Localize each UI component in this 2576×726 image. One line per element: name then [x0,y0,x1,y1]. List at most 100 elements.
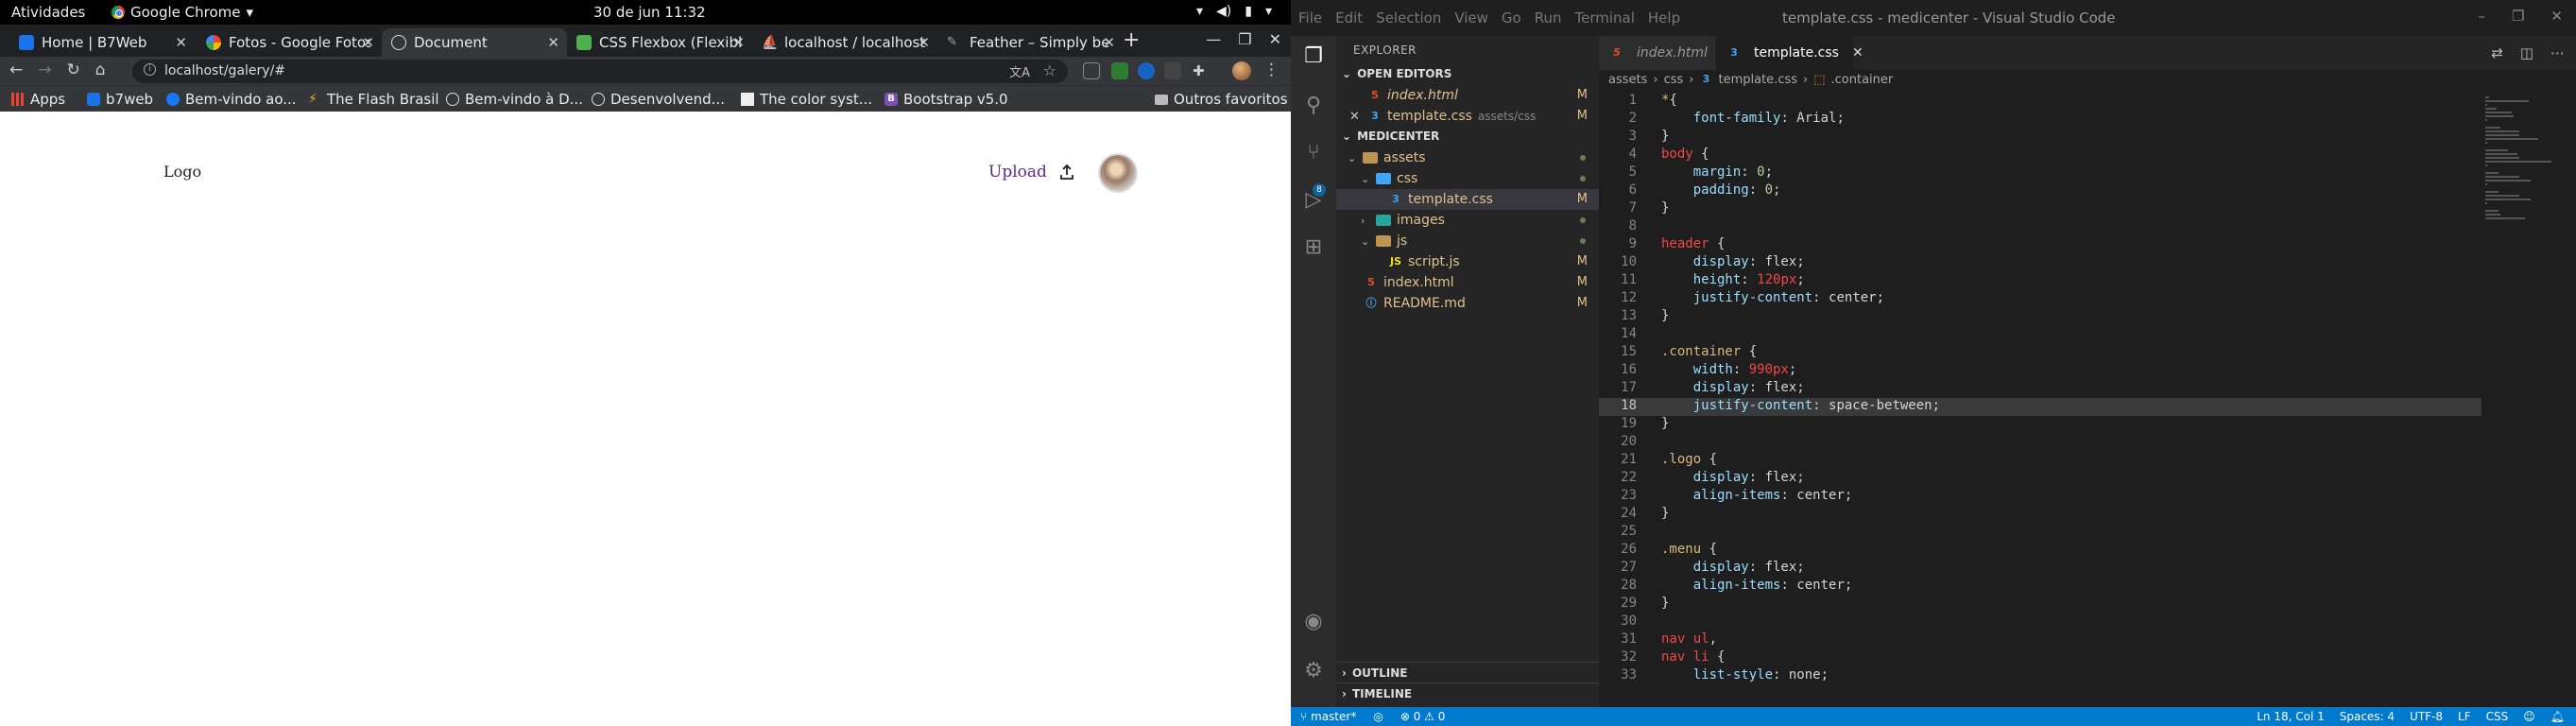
code-line[interactable]: 6 padding: 0; [1599,182,2520,200]
code-line[interactable]: 33 list-style: none; [1599,667,2520,685]
menu-file[interactable]: File [1298,9,1322,26]
code-line[interactable]: 29} [1599,596,2520,614]
code-line[interactable]: 10 display: flex; [1599,254,2520,272]
more-actions-icon[interactable]: ⋯ [2550,44,2565,61]
browser-tab[interactable]: Fotos - Google Fotos ✕ [197,28,382,57]
menu-view[interactable]: View [1454,9,1488,26]
code-line[interactable]: 26 .menu { [1599,542,2520,560]
editor-tab-active[interactable]: 3 template.css ✕ [1716,36,1863,70]
code-line[interactable]: 12 justify-content: center; [1599,290,2520,308]
code-line[interactable]: 30 [1599,614,2520,631]
code-editor[interactable]: 1 *{2 font-family: Arial; 3} 4 body {5 margi… [1599,91,2576,707]
code-line[interactable]: 1 *{ [1599,93,2520,111]
code-line[interactable]: 17 display: flex; [1599,380,2520,398]
system-tray[interactable]: ▾ ◀) ▮ ▾ [1196,4,1272,19]
close-icon[interactable]: ✕ [1103,34,1115,51]
menu-go[interactable]: Go [1502,9,1521,26]
code-line[interactable]: 2 font-family: Arial; [1599,111,2520,129]
language-mode[interactable]: CSS [2486,710,2509,723]
menu-run[interactable]: Run [1535,9,1562,26]
bell-icon[interactable]: 🔔︎ [2550,710,2565,723]
bookmark-item[interactable]: Bem-vindo ao... [166,91,297,108]
code-line[interactable]: 13} [1599,308,2520,326]
menu-help[interactable]: Help [1648,9,1680,26]
code-line[interactable]: 7} [1599,200,2520,218]
close-icon[interactable]: ✕ [1852,45,1863,60]
translate-icon[interactable]: 文A [1009,62,1030,80]
tree-file-selected[interactable]: 3 template.css M [1336,189,1599,210]
extension-icon[interactable] [1083,62,1100,79]
code-line[interactable]: 3} [1599,129,2520,147]
minimap[interactable] [2482,91,2576,707]
code-line[interactable]: 11 height: 120px; [1599,272,2520,290]
git-branch[interactable]: ⑂ master* [1300,710,1356,723]
outline-section[interactable]: › OUTLINE [1336,662,1599,683]
code-line[interactable]: 20 [1599,434,2520,452]
breadcrumb-item[interactable]: css [1664,73,1684,91]
close-icon[interactable]: ✕ [362,34,374,51]
timeline-section[interactable]: › TIMELINE [1336,683,1599,703]
close-icon[interactable]: ✕ [2550,8,2563,25]
reload-icon[interactable]: ↻ [67,60,80,79]
browser-tab[interactable]: Home | B7Web ✕ [9,28,195,57]
home-icon[interactable]: ⌂ [95,60,106,79]
extensions-puzzle-icon[interactable]: ✚ [1193,62,1210,79]
code-line[interactable]: 15 .container { [1599,344,2520,362]
close-icon[interactable]: ✕ [175,34,187,51]
bookmark-item[interactable]: The color syst... [741,91,872,108]
explorer-icon[interactable]: ❐ [1302,45,1325,68]
back-icon[interactable]: ← [9,60,23,79]
close-icon[interactable]: ✕ [1349,110,1368,124]
tree-file[interactable]: 5 index.html M [1336,272,1599,293]
code-line[interactable]: 8 [1599,218,2520,236]
code-line[interactable]: 21 .logo { [1599,452,2520,470]
tree-folder[interactable]: ⌄ js [1336,231,1599,251]
star-icon[interactable]: ☆ [1043,61,1056,79]
minimize-icon[interactable]: – [2478,8,2485,25]
sync-icon[interactable]: ◎ [1373,710,1382,723]
bookmark-item[interactable]: Bem-vindo à D... [446,91,583,108]
code-line[interactable]: 25 [1599,524,2520,542]
bookmark-item[interactable]: b7web [87,91,153,108]
cursor-position[interactable]: Ln 18, Col 1 [2257,710,2325,723]
tree-file[interactable]: JS script.js M [1336,251,1599,272]
close-icon[interactable]: ✕ [547,34,559,51]
account-icon[interactable]: ◉ [1302,611,1325,633]
editor-tab[interactable]: 5 index.html [1599,36,1716,70]
code-line[interactable]: 24} [1599,506,2520,524]
code-line[interactable]: 22 display: flex; [1599,470,2520,488]
split-editor-icon[interactable]: ◫ [2520,44,2533,61]
user-avatar[interactable] [1098,153,1138,193]
code-line[interactable]: 16 width: 990px; [1599,362,2520,380]
activities-button[interactable]: Atividades [11,4,85,21]
tree-folder[interactable]: ⌄ assets [1336,147,1599,168]
tree-folder[interactable]: ⌄ css [1336,168,1599,189]
upload-button[interactable]: Upload [988,163,1075,182]
extension-icon[interactable] [1164,62,1181,79]
source-control-icon[interactable]: ⑂ [1302,142,1325,164]
profile-avatar[interactable] [1232,61,1251,80]
breadcrumb-item[interactable]: .container [1831,73,1894,91]
menu-edit[interactable]: Edit [1335,9,1363,26]
problems-indicator[interactable]: ⊗ 0 ⚠ 0 [1400,710,1446,723]
browser-tab[interactable]: ⛵ localhost / localhost ✕ [752,28,937,57]
maximize-icon[interactable]: ❐ [2512,8,2524,25]
address-bar[interactable]: i localhost/galery/# 文A ☆ [132,60,1068,83]
code-line[interactable]: 28 align-items: center; [1599,578,2520,596]
new-tab-button[interactable]: + [1123,28,1140,52]
tree-folder[interactable]: › images [1336,210,1599,231]
open-changes-icon[interactable]: ⇄ [2491,44,2503,61]
feedback-icon[interactable]: ☺ [2523,710,2535,723]
bookmark-item[interactable]: Apps [11,91,65,108]
forward-icon[interactable]: → [38,60,51,79]
code-line[interactable]: 19} [1599,416,2520,434]
indentation[interactable]: Spaces: 4 [2340,710,2395,723]
extensions-icon[interactable]: ⊞ [1302,236,1325,259]
code-line[interactable]: 27 display: flex; [1599,560,2520,578]
project-section[interactable]: ⌄ MEDICENTER [1336,127,1599,147]
site-info-icon[interactable]: i [144,63,156,76]
maximize-icon[interactable]: ❐ [1238,30,1251,48]
browser-tab-active[interactable]: Document ✕ [382,28,567,57]
bookmark-item[interactable]: B Bootstrap v5.0 [884,91,1008,108]
close-icon[interactable]: ✕ [732,34,745,51]
